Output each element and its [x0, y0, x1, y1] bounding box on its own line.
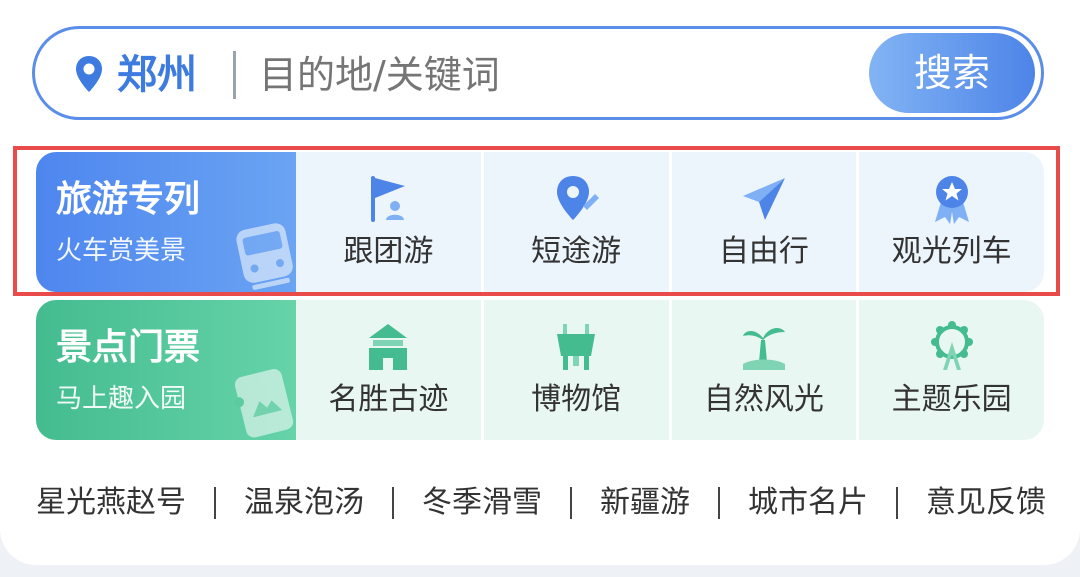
link-feedback[interactable]: 意见反馈: [926, 481, 1046, 525]
palm-island-icon: [742, 328, 785, 370]
search-divider: [233, 51, 236, 99]
selection-highlight: [13, 146, 1060, 296]
scenic-tickets-subtitle: 马上趣入园: [56, 384, 187, 414]
item-natural-scenery[interactable]: 自然风光: [668, 300, 857, 440]
temple-icon: [369, 324, 408, 370]
search-button[interactable]: 搜索: [869, 33, 1035, 113]
ferris-wheel-icon: [930, 321, 973, 370]
item-label: 名胜古迹: [328, 382, 449, 417]
bronze-vessel-icon: [557, 324, 596, 370]
link-divider: [392, 487, 394, 519]
link-divider: [896, 487, 898, 519]
link-divider: [570, 487, 572, 519]
quick-links: 星光燕赵号 温泉泡汤 冬季滑雪 新疆游 城市名片 意见反馈: [36, 478, 1046, 528]
link-winter-skiing[interactable]: 冬季滑雪: [422, 481, 542, 525]
item-theme-park[interactable]: 主题乐园: [856, 300, 1044, 440]
link-xinjiang-tour[interactable]: 新疆游: [600, 481, 690, 525]
item-museum[interactable]: 博物馆: [480, 300, 669, 440]
item-label: 主题乐园: [891, 382, 1012, 417]
item-historic-sites[interactable]: 名胜古迹: [296, 300, 481, 440]
city-selector[interactable]: 郑州: [117, 47, 197, 103]
search-bar: 郑州 搜索: [32, 26, 1044, 120]
ticket-icon: [234, 369, 294, 438]
scenic-tickets-title: 景点门票: [56, 327, 201, 368]
link-city-card[interactable]: 城市名片: [748, 481, 868, 525]
location-pin-icon[interactable]: [73, 54, 105, 94]
scenic-tickets-row: 景点门票 马上趣入园 名胜古迹 博物馆 自然风光 主题乐园: [36, 300, 1044, 440]
main-card: 郑州 搜索 旅游专列 火车赏美景: [0, 0, 1080, 565]
link-starlight-yanzhao[interactable]: 星光燕赵号: [36, 481, 186, 525]
item-label: 自然风光: [703, 382, 824, 417]
link-divider: [718, 487, 720, 519]
scenic-tickets-banner[interactable]: 景点门票 马上趣入园: [36, 300, 296, 440]
link-divider: [214, 487, 216, 519]
link-hot-spring[interactable]: 温泉泡汤: [244, 481, 364, 525]
scenic-tickets-items: 名胜古迹 博物馆 自然风光 主题乐园: [296, 300, 1044, 440]
item-label: 博物馆: [531, 382, 622, 417]
search-input[interactable]: [259, 47, 859, 103]
